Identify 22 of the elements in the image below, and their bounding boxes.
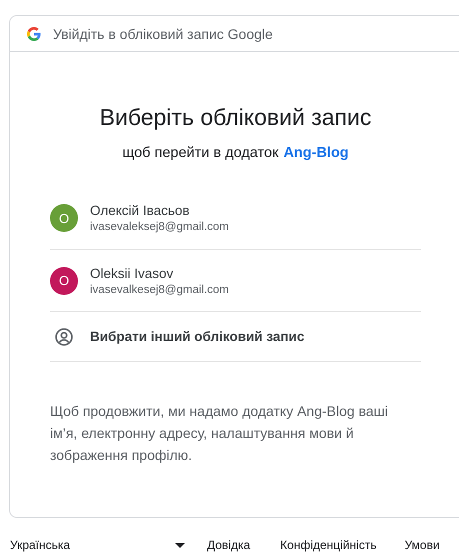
- consent-notice: Щоб продовжити, ми надамо додатку Ang-Blog ваші ім’я, електронну адресу, налаштування мови й зображення профілю.: [50, 402, 389, 465]
- footer-link[interactable]: Умови: [404, 538, 440, 552]
- avatar: O: [50, 266, 78, 294]
- google-logo-icon: [27, 26, 41, 40]
- subtitle: щоб перейти в додаток: [122, 145, 278, 161]
- language-select[interactable]: Українська: [10, 538, 175, 552]
- page-heading: Виберіть обліковий запис: [98, 104, 372, 131]
- account-name: Олексій Івасьов: [90, 203, 191, 218]
- account-email: ivasevaleksej8@gmail.com: [90, 221, 229, 233]
- account-row[interactable]: O Олексій Івасьов ivasevaleksej8@gmail.com: [50, 187, 421, 250]
- account-name: Oleksii Ivasov: [90, 266, 174, 280]
- avatar: O: [50, 204, 78, 232]
- other-account-label: Вибрати інший обліковий запис: [90, 329, 304, 344]
- person-circle-icon: [54, 326, 74, 346]
- caret-icon: [175, 542, 185, 548]
- account-row[interactable]: O Oleksii Ivasov ivasevalkesej8@gmail.com: [50, 250, 421, 312]
- header-title: Увійдіть в обліковий запис Google: [53, 26, 273, 42]
- footer-link[interactable]: Конфіденційність: [280, 538, 377, 552]
- app-link[interactable]: Ang-Blog: [283, 145, 349, 161]
- footer-link[interactable]: Довідка: [207, 538, 250, 552]
- account-email: ivasevalkesej8@gmail.com: [90, 284, 229, 296]
- other-account-row[interactable]: Вибрати інший обліковий запис: [50, 312, 421, 362]
